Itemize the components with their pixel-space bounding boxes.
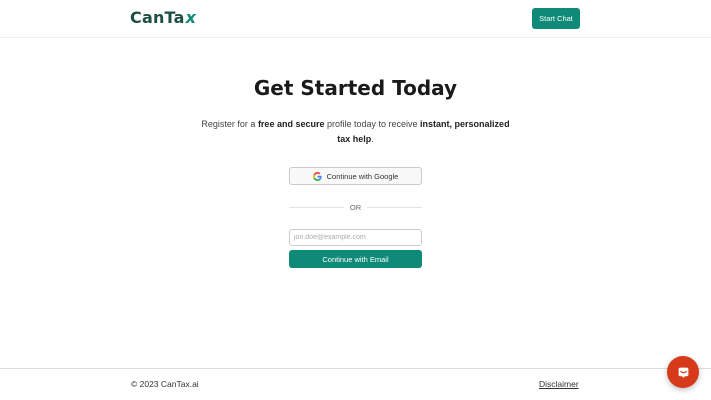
divider-line-right xyxy=(367,206,422,208)
page: CanTa x Start Chat Get Started Today Regi… xyxy=(0,0,711,400)
disclaimer-link[interactable]: Disclaimer xyxy=(539,379,579,389)
google-icon xyxy=(312,171,322,181)
or-divider: OR xyxy=(289,202,422,212)
page-title: Get Started Today xyxy=(253,76,458,100)
chat-icon xyxy=(678,367,688,378)
continue-with-email-button[interactable]: Continue with Email xyxy=(289,250,422,268)
email-input[interactable] xyxy=(289,229,422,246)
page-subtitle: Register for a free and secure profile t… xyxy=(200,117,511,146)
copyright-text: © 2023 CanTax.ai xyxy=(131,379,199,389)
chat-launcher-button[interactable] xyxy=(667,356,699,388)
or-text: OR xyxy=(349,202,362,212)
header: CanTa x Start Chat xyxy=(0,0,711,38)
logo[interactable]: CanTa x xyxy=(130,8,196,27)
continue-with-google-button[interactable]: Continue with Google xyxy=(289,167,422,185)
google-button-label: Continue with Google xyxy=(326,171,399,181)
subtitle-bold-1: free and secure xyxy=(257,119,325,129)
footer: © 2023 CanTax.ai Disclaimer xyxy=(0,368,711,400)
divider-line-left xyxy=(289,206,344,208)
subtitle-text-3: . xyxy=(371,133,374,144)
start-chat-button[interactable]: Start Chat xyxy=(532,8,580,29)
logo-accent: x xyxy=(185,8,197,27)
subtitle-text-1: Register for a xyxy=(201,119,258,129)
subtitle-text-2: profile today to receive xyxy=(324,119,421,129)
logo-text: CanTa xyxy=(130,8,185,27)
